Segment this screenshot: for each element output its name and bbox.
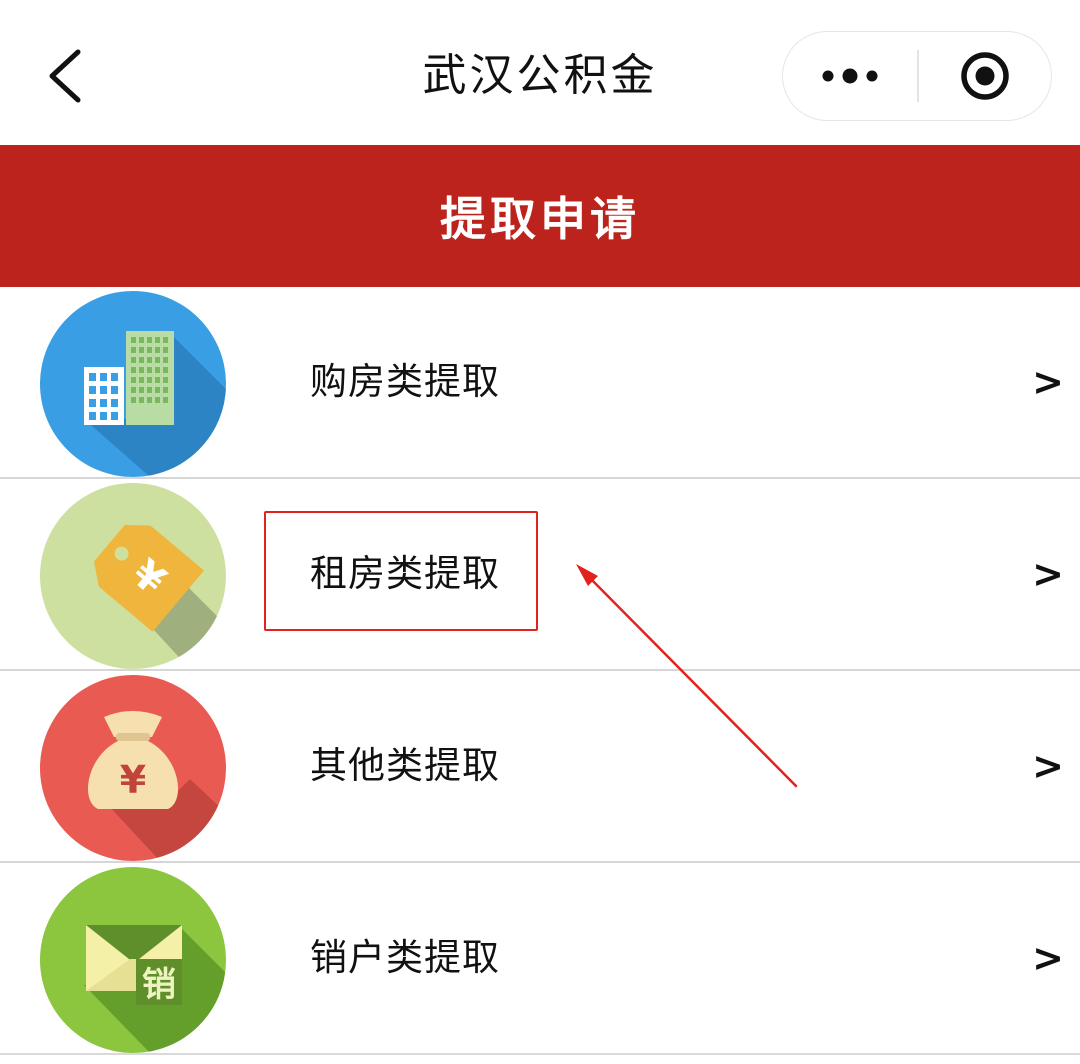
list-item-close-account[interactable]: 销 销户类提取 >: [0, 863, 1080, 1055]
section-header: 提取申请: [0, 145, 1080, 287]
close-mini-program-button[interactable]: [919, 32, 1051, 119]
withdrawal-type-list: 购房类提取 > ¥ 租房类提取 > ¥ 其他类提取 > 销 销户类提取 >: [0, 287, 1080, 1055]
envelope-badge-text: 销: [142, 965, 176, 1005]
chevron-right-icon: >: [1032, 552, 1064, 596]
chevron-right-icon: >: [1032, 360, 1064, 404]
list-item-other[interactable]: ¥ 其他类提取 >: [0, 671, 1080, 863]
list-item-label: 其他类提取: [310, 744, 500, 787]
price-tag-yuan-icon: ¥: [40, 483, 226, 669]
page: 武汉公积金 提取申请 购房类提取 > ¥ 租房类提取 > ¥ 其他类提取 > 销…: [0, 0, 1080, 1064]
top-nav-bar: 武汉公积金: [0, 0, 1080, 145]
target-circle-icon: [961, 51, 1009, 100]
list-item-purchase[interactable]: 购房类提取 >: [0, 287, 1080, 479]
chevron-left-icon: [49, 49, 81, 103]
chevron-right-icon: >: [1032, 936, 1064, 980]
section-title: 提取申请: [440, 192, 640, 246]
envelope-xiao-icon: 销: [40, 867, 226, 1053]
list-item-rental[interactable]: ¥ 租房类提取 >: [0, 479, 1080, 671]
more-dots-icon: [822, 68, 878, 83]
list-item-label: 购房类提取: [310, 360, 500, 403]
list-item-label: 租房类提取: [310, 552, 500, 595]
buildings-icon: [40, 291, 226, 477]
back-button[interactable]: [28, 38, 100, 114]
svg-text:¥: ¥: [120, 758, 146, 802]
page-title: 武汉公积金: [422, 50, 658, 101]
chevron-right-icon: >: [1032, 744, 1064, 788]
mini-program-capsule: [782, 31, 1052, 121]
list-item-label: 销户类提取: [310, 936, 500, 979]
money-bag-yuan-icon: ¥: [40, 675, 226, 861]
more-button[interactable]: [783, 32, 917, 119]
